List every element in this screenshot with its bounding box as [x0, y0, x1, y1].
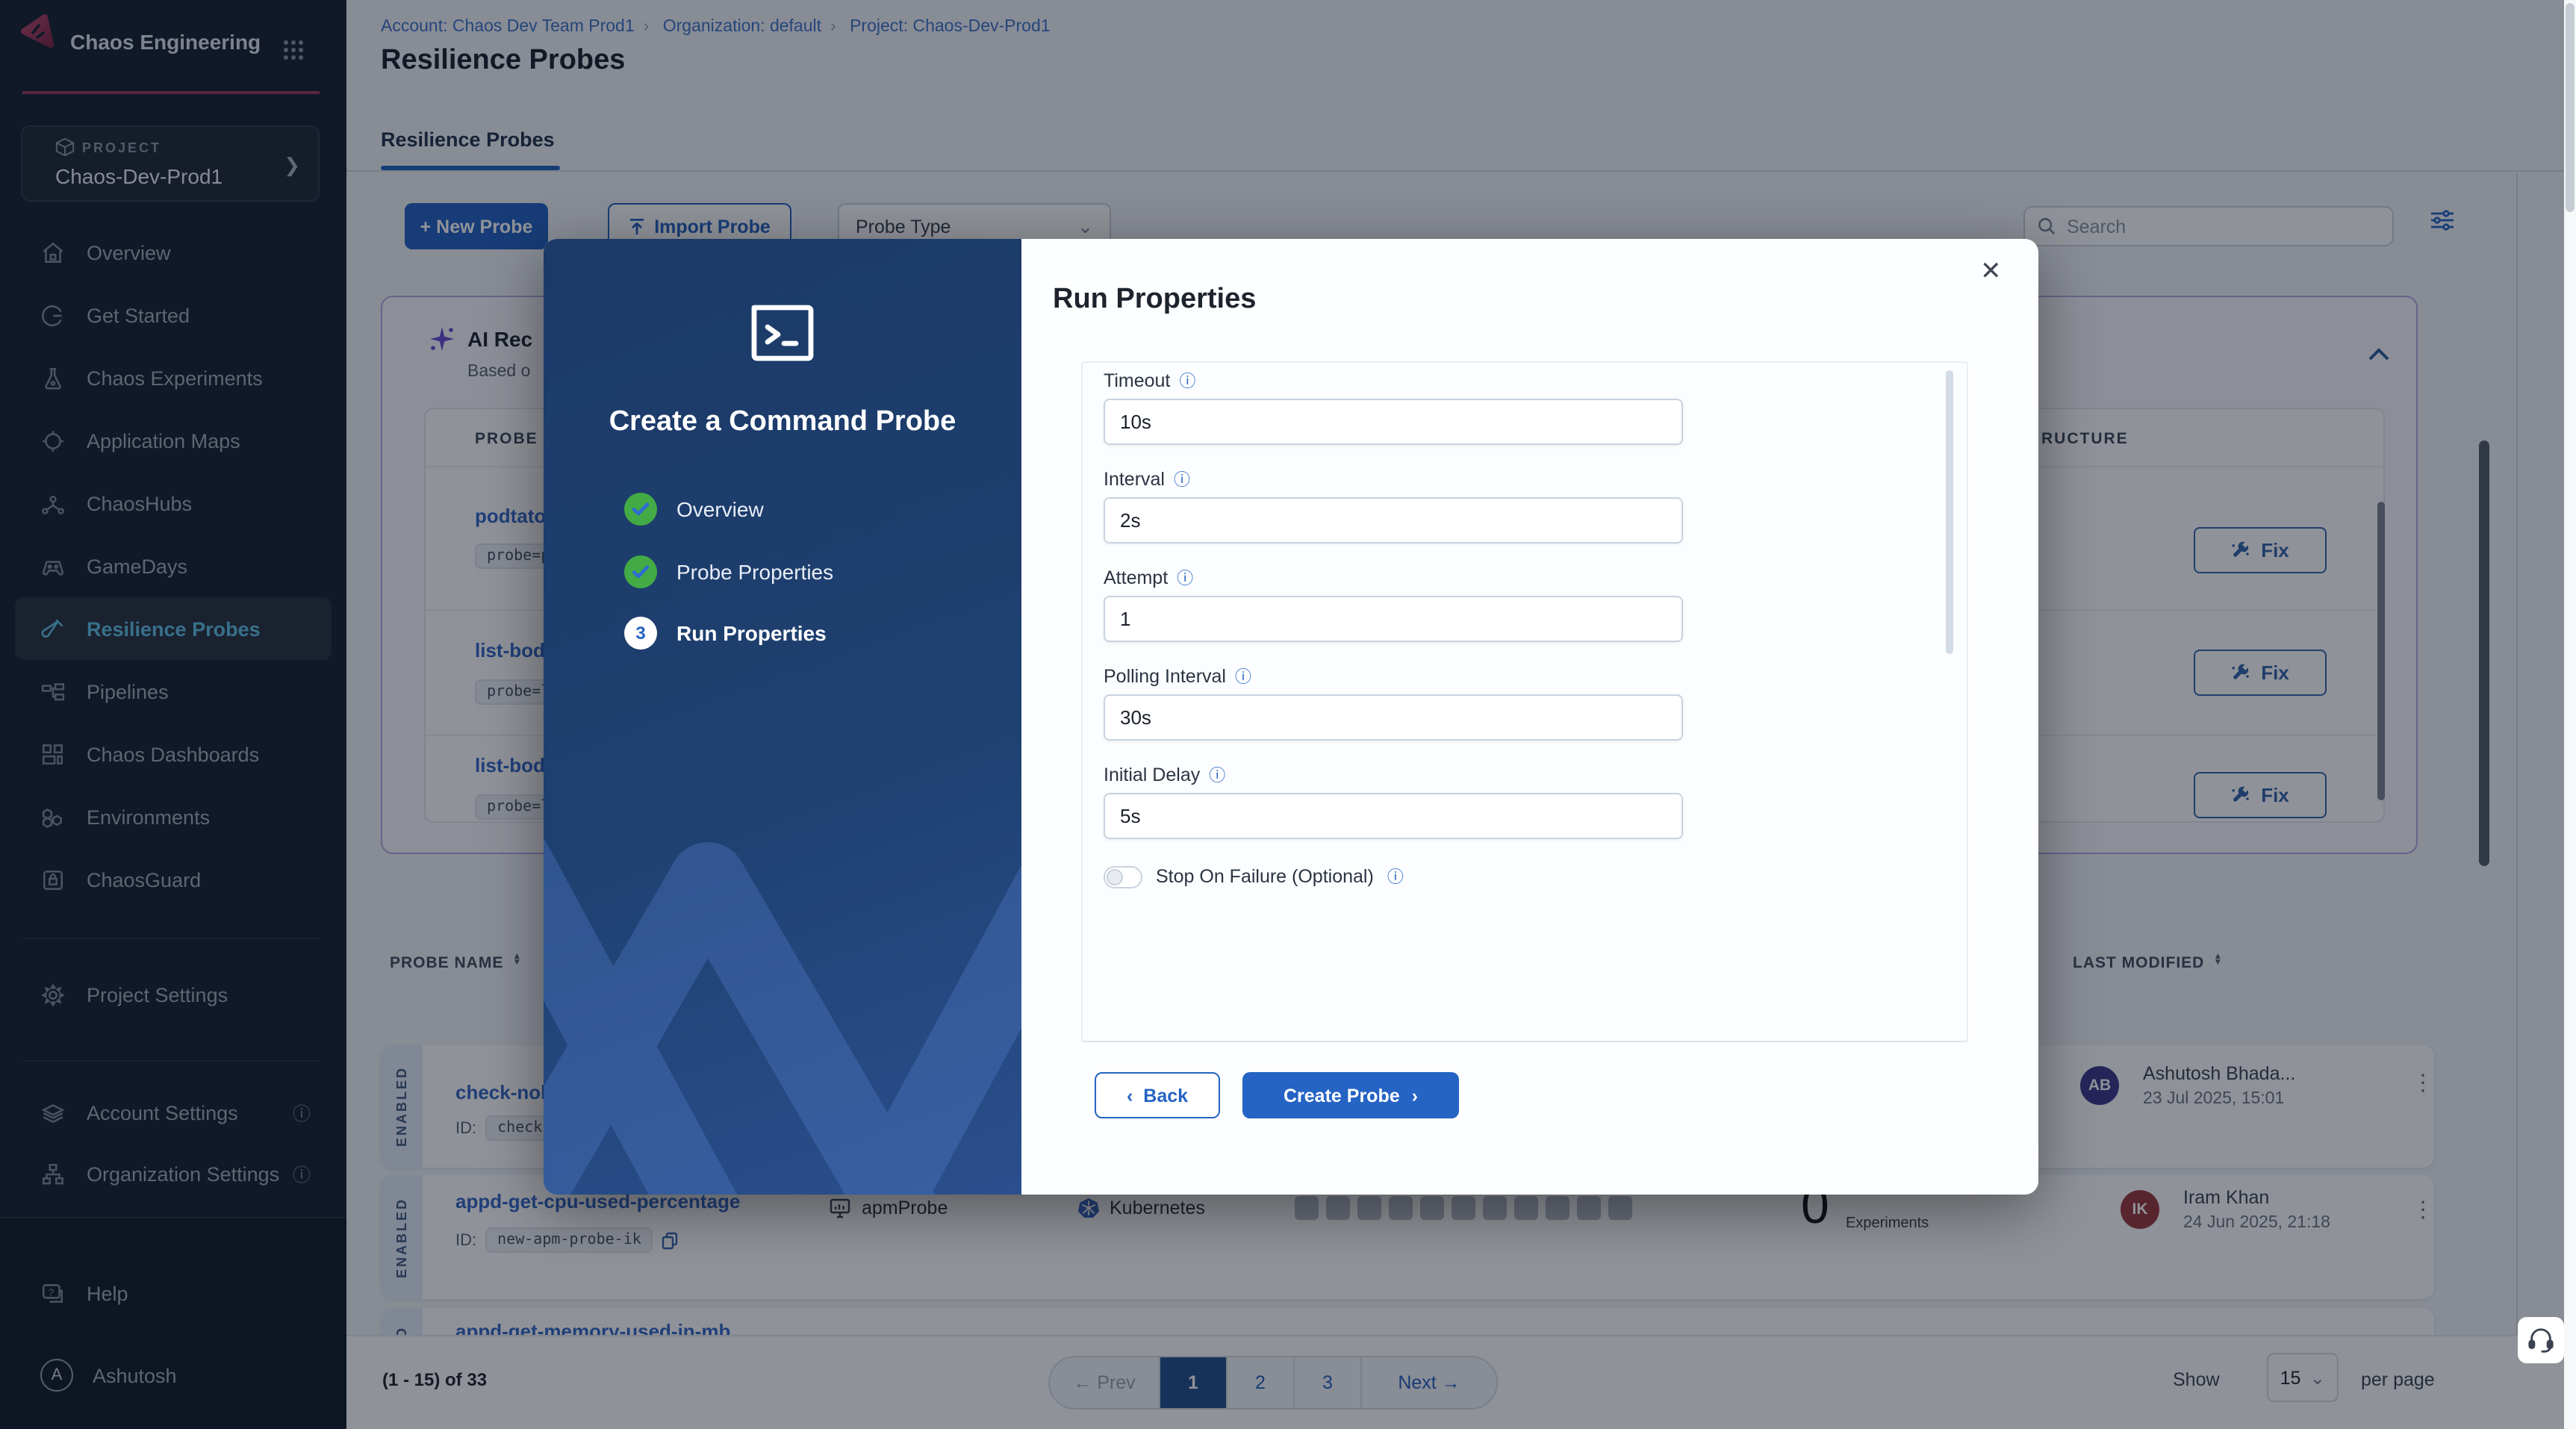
- attempt-input[interactable]: [1104, 596, 1683, 642]
- polling-interval-input[interactable]: [1104, 694, 1683, 741]
- timeout-label: Timeout: [1104, 370, 1171, 391]
- stop-on-failure-toggle[interactable]: [1104, 865, 1142, 888]
- info-icon[interactable]: ⓘ: [1179, 369, 1195, 393]
- chevron-right-icon: ›: [1411, 1085, 1418, 1106]
- modal-heading: Run Properties: [1053, 284, 1257, 315]
- info-icon[interactable]: ⓘ: [1174, 467, 1190, 491]
- polling-interval-label: Polling Interval: [1104, 666, 1226, 687]
- wizard-step-probe-properties[interactable]: Probe Properties: [624, 555, 833, 588]
- terminal-icon: [748, 302, 817, 364]
- harness-watermark-logo: [544, 837, 1021, 1195]
- step-done-check-icon: [624, 493, 657, 526]
- chevron-left-icon: ‹: [1126, 1085, 1133, 1106]
- step-number: 3: [624, 617, 657, 650]
- wizard-panel: Create a Command Probe Overview Probe Pr…: [544, 239, 1021, 1195]
- wizard-step-run-properties[interactable]: 3 Run Properties: [624, 617, 827, 650]
- support-headset-button[interactable]: [2518, 1317, 2564, 1363]
- close-icon[interactable]: ✕: [1980, 257, 2002, 287]
- info-icon[interactable]: ⓘ: [1235, 664, 1251, 688]
- browser-scrollbar[interactable]: [2564, 0, 2576, 1429]
- info-icon[interactable]: ⓘ: [1209, 763, 1225, 787]
- info-icon[interactable]: ⓘ: [1387, 865, 1404, 888]
- info-icon[interactable]: ⓘ: [1177, 566, 1193, 590]
- wizard-step-overview[interactable]: Overview: [624, 493, 764, 526]
- wizard-title: Create a Command Probe: [609, 406, 956, 438]
- step-done-check-icon: [624, 555, 657, 588]
- run-properties-form: Timeout ⓘ Interval ⓘ Attempt ⓘ Polling Inte…: [1081, 361, 1968, 1042]
- create-command-probe-modal: Create a Command Probe Overview Probe Pr…: [544, 239, 2038, 1195]
- timeout-input[interactable]: [1104, 399, 1683, 445]
- back-button[interactable]: ‹ Back: [1095, 1072, 1220, 1118]
- scrollbar-thumb[interactable]: [2566, 3, 2575, 212]
- form-scrollbar-thumb[interactable]: [1946, 370, 1953, 654]
- create-probe-button[interactable]: Create Probe ›: [1242, 1072, 1459, 1118]
- chaos-engineering-app: Chaos Engineering PROJECT Chaos-Dev-Prod…: [0, 0, 2576, 1429]
- attempt-label: Attempt: [1104, 567, 1169, 588]
- initial-delay-input[interactable]: [1104, 793, 1683, 839]
- initial-delay-label: Initial Delay: [1104, 765, 1201, 785]
- stop-on-failure-label: Stop On Failure (Optional): [1156, 866, 1374, 887]
- interval-label: Interval: [1104, 469, 1165, 490]
- interval-input[interactable]: [1104, 497, 1683, 544]
